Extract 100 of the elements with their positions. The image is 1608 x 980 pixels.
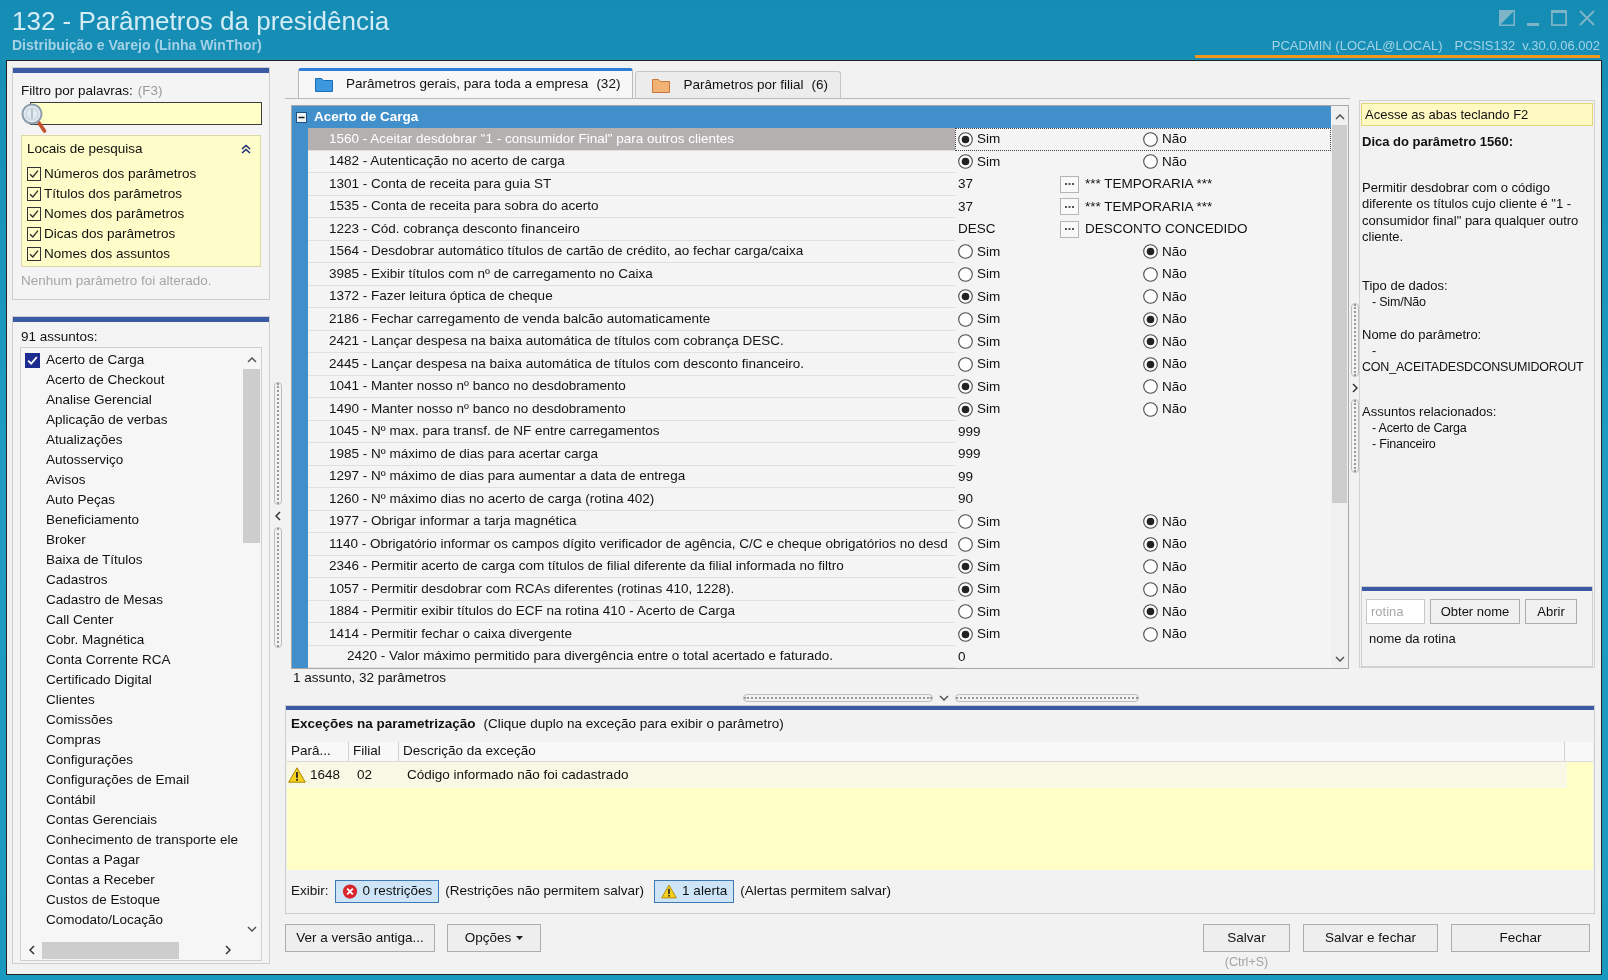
chevron-down-icon[interactable] xyxy=(939,694,949,701)
chevron-down-icon[interactable] xyxy=(1334,656,1345,662)
table-row[interactable]: 1648 02 Código informado não foi cadastrado xyxy=(287,762,1567,788)
parameter-value[interactable]: 37 xyxy=(958,196,974,217)
subject-item[interactable]: Configurações de Email xyxy=(46,769,190,791)
checkbox[interactable] xyxy=(27,187,41,201)
subject-item[interactable]: Broker xyxy=(46,529,86,551)
subject-item[interactable]: Custos de Estoque xyxy=(46,889,161,911)
routine-button[interactable]: Abrir xyxy=(1525,599,1577,624)
radio-button[interactable] xyxy=(1143,311,1158,327)
chevron-up-icon[interactable] xyxy=(246,357,257,363)
parameter-name[interactable]: 3985 - Exibir títulos com nº de carregamento no Caixa xyxy=(308,263,955,286)
chevron-right-icon[interactable] xyxy=(225,945,231,955)
checkbox[interactable] xyxy=(25,352,40,368)
subject-item[interactable]: Contábil xyxy=(46,789,96,811)
parameter-value[interactable]: 0 xyxy=(958,646,966,667)
splitter-grip[interactable] xyxy=(273,527,282,648)
checkbox[interactable] xyxy=(27,167,41,181)
parameter-name[interactable]: 1884 - Permitir exibir títulos do ECF na rotina 410 - Acerto de Carga xyxy=(308,600,955,623)
radio-button[interactable] xyxy=(958,604,973,620)
lookup-button[interactable] xyxy=(1060,220,1079,238)
subject-item[interactable]: Compras xyxy=(46,729,101,751)
radio-button[interactable] xyxy=(1143,401,1158,417)
radio-button[interactable] xyxy=(1143,536,1158,552)
parameter-name[interactable]: 1564 - Desdobrar automático títulos de cartão de crédito, ao fechar carga/caixa xyxy=(308,240,955,263)
radio-button[interactable] xyxy=(1143,131,1158,147)
subject-item[interactable]: Comissões xyxy=(46,709,113,731)
radio-button[interactable] xyxy=(1143,604,1158,620)
parameter-name[interactable]: 1414 - Permitir fechar o caixa divergente xyxy=(308,623,955,646)
subject-item[interactable]: Acerto de Carga xyxy=(46,349,145,371)
radio-button[interactable] xyxy=(958,379,973,395)
splitter-grip[interactable] xyxy=(273,382,282,505)
subject-item[interactable]: Baixa de Títulos xyxy=(46,549,143,571)
radio-button[interactable] xyxy=(1143,626,1158,642)
column-header[interactable]: Descrição da exceção xyxy=(399,742,1565,761)
subject-item[interactable]: Conta Corrente RCA xyxy=(46,649,171,671)
subject-item[interactable]: Avisos xyxy=(46,469,86,491)
parameter-value[interactable]: 999 xyxy=(958,421,981,442)
parameter-name[interactable]: 2445 - Lançar despesa na baixa automática de títulos com desconto financeiro. xyxy=(308,353,955,376)
radio-button[interactable] xyxy=(958,581,973,597)
radio-button[interactable] xyxy=(958,266,973,282)
subject-item[interactable]: Analise Gerencial xyxy=(46,389,152,411)
action-button[interactable]: Fechar xyxy=(1451,924,1590,952)
subject-item[interactable]: Clientes xyxy=(46,689,95,711)
chevron-left-icon[interactable] xyxy=(274,511,281,521)
parameter-name[interactable]: 1482 - Autenticação no acerto de carga xyxy=(308,150,955,173)
radio-button[interactable] xyxy=(1143,244,1158,260)
scrollbar-thumb[interactable] xyxy=(243,369,260,543)
radio-button[interactable] xyxy=(1143,266,1158,282)
splitter-grip[interactable] xyxy=(743,693,933,702)
checkbox[interactable] xyxy=(27,227,41,241)
column-header[interactable]: Filial xyxy=(349,742,399,761)
radio-button[interactable] xyxy=(958,311,973,327)
routine-button[interactable]: Obter nome xyxy=(1430,599,1520,624)
radio-button[interactable] xyxy=(1143,334,1158,350)
subject-item[interactable]: Cobr. Magnética xyxy=(46,629,145,651)
radio-button[interactable] xyxy=(958,559,973,575)
parameter-value[interactable]: 99 xyxy=(958,466,974,487)
parameter-name[interactable]: 1535 - Conta de receita para sobra do acerto xyxy=(308,195,955,218)
checkbox[interactable] xyxy=(27,247,41,261)
routine-field[interactable]: rotina xyxy=(1366,599,1425,624)
subject-item[interactable]: Cadastro de Mesas xyxy=(46,589,164,611)
filter-toggle[interactable]: 0 restrições xyxy=(334,880,440,903)
radio-button[interactable] xyxy=(1143,379,1158,395)
action-button[interactable]: Salvar e fechar xyxy=(1303,924,1438,952)
parameter-value[interactable]: 90 xyxy=(958,489,974,510)
parameter-name[interactable]: 1372 - Fazer leitura óptica de cheque xyxy=(308,285,955,308)
subject-item[interactable]: Auto Peças xyxy=(46,489,116,511)
parameter-name[interactable]: 1041 - Manter nosso nº banco no desdobramento xyxy=(308,375,955,398)
lookup-button[interactable] xyxy=(1060,175,1079,193)
splitter-grip[interactable] xyxy=(955,693,1139,702)
subject-item[interactable]: Conhecimento de transporte ele xyxy=(46,829,239,851)
subject-item[interactable]: Call Center xyxy=(46,609,114,631)
chevron-left-icon[interactable] xyxy=(29,945,35,955)
radio-button[interactable] xyxy=(958,244,973,260)
parameter-name[interactable]: 1490 - Manter nosso nº banco no desdobramento xyxy=(308,398,955,421)
radio-button[interactable] xyxy=(1143,514,1158,530)
chevron-right-icon[interactable] xyxy=(1351,382,1358,393)
splitter-grip[interactable] xyxy=(1350,398,1359,473)
subject-item[interactable]: Acerto de Checkout xyxy=(46,369,165,391)
radio-button[interactable] xyxy=(1143,154,1158,170)
parameter-name[interactable]: 2421 - Lançar despesa na baixa automática de títulos com cobrança DESC. xyxy=(308,330,955,353)
radio-button[interactable] xyxy=(958,131,973,147)
parameter-value[interactable]: 999 xyxy=(958,444,981,465)
parameter-name[interactable]: 2186 - Fechar carregamento de venda balcão automaticamente xyxy=(308,308,955,331)
radio-button[interactable] xyxy=(958,514,973,530)
scrollbar-thumb[interactable] xyxy=(1332,125,1347,503)
subject-item[interactable]: Beneficiamento xyxy=(46,509,140,531)
radio-button[interactable] xyxy=(958,154,973,170)
column-header[interactable]: Parâ... xyxy=(287,742,349,761)
subject-item[interactable]: Autosserviço xyxy=(46,449,124,471)
checkbox[interactable] xyxy=(27,207,41,221)
parameter-value[interactable]: 37 xyxy=(958,174,974,195)
radio-button[interactable] xyxy=(1143,356,1158,372)
radio-button[interactable] xyxy=(958,334,973,350)
subject-item[interactable]: Cadastros xyxy=(46,569,108,591)
scrollbar-thumb[interactable] xyxy=(42,941,179,959)
parameter-name[interactable]: 1985 - Nº máximo de dias para acertar carga xyxy=(308,443,955,466)
splitter-grip[interactable] xyxy=(1350,302,1359,377)
parameter-value[interactable]: DESC xyxy=(958,219,996,240)
